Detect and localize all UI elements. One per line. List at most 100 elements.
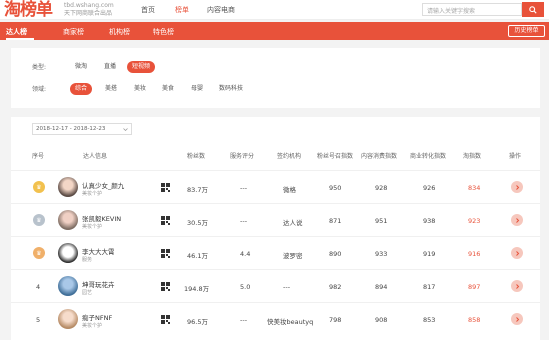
fans-count: 46.1万 bbox=[187, 252, 208, 260]
col-business-index: 商业转化指数 bbox=[410, 153, 447, 160]
avatar[interactable] bbox=[58, 276, 78, 296]
table-row[interactable]: ♛ 认真少女_颜九 美妆个护 83.7万 --- 微格 950 928 926 … bbox=[11, 170, 540, 203]
gold-medal-icon: ♛ bbox=[33, 181, 45, 193]
field-option-fashion[interactable]: 美搭 bbox=[100, 83, 122, 95]
table-row[interactable]: ♛ 李大大大霄 服务 46.1万 4.4 波罗密 890 933 919 916 bbox=[11, 236, 540, 269]
bronze-medal-icon: ♛ bbox=[33, 247, 45, 259]
detail-button[interactable] bbox=[511, 313, 523, 325]
content-index: 908 bbox=[375, 316, 388, 324]
business-index: 938 bbox=[423, 217, 436, 225]
content-index: 894 bbox=[375, 283, 388, 291]
rank-number: 5 bbox=[36, 316, 41, 324]
qr-code-icon[interactable] bbox=[161, 315, 170, 324]
fan-appeal-index: 798 bbox=[329, 316, 342, 324]
fan-appeal-index: 871 bbox=[329, 217, 342, 225]
avatar[interactable] bbox=[58, 309, 78, 329]
influencer-name[interactable]: 坤哥玩花卉 bbox=[82, 279, 115, 289]
influencer-category: 美妆个护 bbox=[82, 323, 103, 329]
col-tao-index: 淘指数 bbox=[463, 153, 482, 160]
date-range-picker[interactable]: 2018-12-17 - 2018-12-23 bbox=[32, 123, 132, 135]
service-score: --- bbox=[240, 217, 248, 225]
fans-count: 96.5万 bbox=[187, 318, 208, 326]
field-option-baby[interactable]: 母婴 bbox=[186, 83, 208, 95]
tao-index: 897 bbox=[468, 283, 481, 291]
qr-code-icon[interactable] bbox=[161, 216, 170, 225]
influencer-name[interactable]: 李大大大霄 bbox=[82, 246, 115, 256]
chevron-right-icon bbox=[515, 283, 519, 289]
tao-index: 858 bbox=[468, 316, 481, 324]
tab-influencer[interactable]: 达人榜 bbox=[6, 27, 27, 37]
col-rank: 序号 bbox=[32, 153, 45, 160]
chevron-right-icon bbox=[515, 217, 519, 223]
detail-button[interactable] bbox=[511, 181, 523, 193]
chevron-right-icon bbox=[515, 184, 519, 190]
service-score: --- bbox=[240, 316, 248, 324]
qr-code-icon[interactable] bbox=[161, 249, 170, 258]
avatar[interactable] bbox=[58, 243, 78, 263]
tab-agency[interactable]: 机构榜 bbox=[109, 27, 130, 37]
search-icon bbox=[529, 5, 537, 14]
col-agency: 签约机构 bbox=[277, 153, 302, 160]
col-content-index: 内容消费指数 bbox=[361, 153, 398, 160]
tab-merchant[interactable]: 商家榜 bbox=[63, 27, 84, 37]
business-index: 926 bbox=[423, 184, 436, 192]
silver-medal-icon: ♛ bbox=[33, 214, 45, 226]
detail-button[interactable] bbox=[511, 280, 523, 292]
type-option-live[interactable]: 直播 bbox=[99, 61, 121, 73]
field-option-all[interactable]: 综合 bbox=[70, 83, 93, 95]
service-score: 4.4 bbox=[240, 250, 251, 258]
agency-name: 微格 bbox=[283, 186, 296, 194]
site-logo[interactable]: 淘榜单 bbox=[4, 1, 53, 19]
fan-appeal-index: 890 bbox=[329, 250, 342, 258]
detail-button[interactable] bbox=[511, 247, 523, 259]
service-score: 5.0 bbox=[240, 283, 251, 291]
business-index: 853 bbox=[423, 316, 436, 324]
tao-index: 916 bbox=[468, 250, 481, 258]
nav-content-ecommerce[interactable]: 内容电商 bbox=[207, 5, 235, 15]
type-option-weitao[interactable]: 微淘 bbox=[70, 61, 92, 73]
business-index: 817 bbox=[423, 283, 436, 291]
field-option-beauty[interactable]: 美妆 bbox=[129, 83, 151, 95]
influencer-category: 美妆个护 bbox=[82, 224, 103, 230]
col-influencer-info: 达人信息 bbox=[83, 153, 108, 160]
table-row[interactable]: 4 坤哥玩花卉 园艺 194.8万 5.0 --- 982 894 817 89… bbox=[11, 269, 540, 302]
table-row[interactable]: ♛ 张凯毅KEVIN 美妆个护 30.5万 --- 达人说 871 951 93… bbox=[11, 203, 540, 236]
tab-special[interactable]: 特色榜 bbox=[153, 27, 174, 37]
avatar[interactable] bbox=[58, 177, 78, 197]
chevron-right-icon bbox=[515, 250, 519, 256]
influencer-category: 服务 bbox=[82, 257, 93, 263]
influencer-name[interactable]: 张凯毅KEVIN bbox=[82, 213, 121, 223]
nav-rankings[interactable]: 榜单 bbox=[175, 5, 189, 15]
qr-code-icon[interactable] bbox=[161, 183, 170, 192]
influencer-name[interactable]: 痴子NFNF bbox=[82, 312, 112, 322]
content-index: 933 bbox=[375, 250, 388, 258]
avatar[interactable] bbox=[58, 210, 78, 230]
fan-appeal-index: 950 bbox=[329, 184, 342, 192]
search-button[interactable] bbox=[522, 2, 544, 17]
influencer-category: 园艺 bbox=[82, 290, 93, 296]
influencer-name[interactable]: 认真少女_颜九 bbox=[82, 180, 124, 190]
rank-number: 4 bbox=[36, 283, 41, 291]
agency-name: --- bbox=[283, 283, 291, 291]
type-option-short-video[interactable]: 短视频 bbox=[127, 61, 156, 73]
field-filter-label: 领域: bbox=[32, 86, 47, 93]
qr-code-icon[interactable] bbox=[161, 282, 170, 291]
agency-name: 快美妆beautyq bbox=[267, 318, 314, 326]
detail-button[interactable] bbox=[511, 214, 523, 226]
filter-panel: 类型: 微淘 直播 短视频 领域: 综合 美搭 美妆 美食 母婴 数码科技 bbox=[11, 48, 540, 108]
agency-name: 波罗密 bbox=[283, 252, 303, 260]
agency-name: 达人说 bbox=[283, 219, 303, 227]
fans-count: 83.7万 bbox=[187, 186, 208, 194]
history-rankings-button[interactable]: 历史榜单 bbox=[508, 25, 545, 37]
site-url: tbd.wshang.com bbox=[64, 2, 114, 9]
col-service-score: 服务评分 bbox=[230, 153, 255, 160]
tao-index: 834 bbox=[468, 184, 481, 192]
field-option-digital[interactable]: 数码科技 bbox=[214, 83, 248, 95]
field-option-food[interactable]: 美食 bbox=[157, 83, 179, 95]
fans-count: 30.5万 bbox=[187, 219, 208, 227]
ranking-table: 2018-12-17 - 2018-12-23 序号 达人信息 粉丝数 服务评分… bbox=[11, 117, 540, 340]
table-row[interactable]: 5 痴子NFNF 美妆个护 96.5万 --- 快美妆beautyq 798 9… bbox=[11, 302, 540, 335]
fan-appeal-index: 982 bbox=[329, 283, 342, 291]
nav-home[interactable]: 首页 bbox=[141, 5, 155, 15]
search-input[interactable]: 请输入关键字搜索 bbox=[422, 3, 522, 16]
